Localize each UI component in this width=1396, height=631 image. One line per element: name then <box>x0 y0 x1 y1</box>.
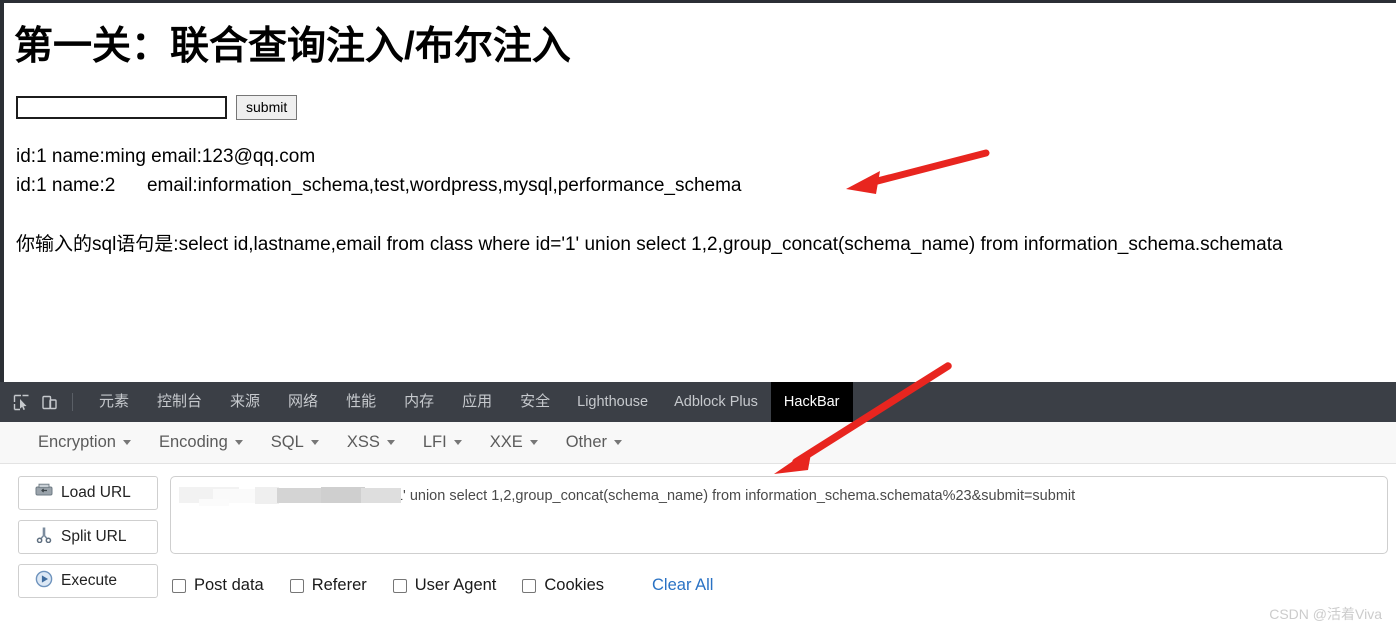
result-row-1: id:1 name:ming email:123@qq.com <box>16 146 316 167</box>
sql-injection-form: submit <box>16 95 1396 120</box>
hackbar-menu-lfi[interactable]: LFI <box>409 433 476 452</box>
checkbox-box-icon <box>289 578 304 593</box>
load-url-button[interactable]: Load URL <box>18 476 158 510</box>
csdn-watermark: CSDN @活着Viva <box>1269 606 1382 622</box>
devtools-tab-sources[interactable]: 来源 <box>216 382 274 422</box>
submit-button[interactable]: submit <box>236 95 298 120</box>
hackbar-menu-other-label: Other <box>565 433 607 451</box>
hackbar-menu-lfi-label: LFI <box>422 433 447 451</box>
checkbox-box-icon <box>172 578 186 593</box>
inspect-element-icon[interactable] <box>8 389 34 415</box>
hackbar-menu-sql-label: SQL <box>270 433 304 451</box>
hackbar-menu-xxe-label: XXE <box>489 433 523 451</box>
hackbar-action-buttons: Load URL Split URL Execute <box>18 476 158 598</box>
checkbox-post-data-label: Post data <box>194 576 264 594</box>
chevron-down-icon <box>529 440 538 445</box>
split-url-button-label: Split URL <box>61 528 127 545</box>
chevron-down-icon <box>234 440 243 445</box>
devtools-tab-adblock-plus[interactable]: Adblock Plus <box>661 382 771 422</box>
clear-all-link[interactable]: Clear All <box>652 576 713 595</box>
hackbar-menu-bar: Encryption Encoding SQL XSS LFI XXE Othe… <box>0 422 1396 464</box>
hackbar-menu-encoding-label: Encoding <box>158 433 228 451</box>
devtools-tab-security[interactable]: 安全 <box>506 382 564 422</box>
sql-echo-text: 你输入的sql语句是:select id,lastname,email from… <box>16 234 1283 255</box>
split-url-scissors-icon <box>35 526 53 548</box>
hackbar-menu-encryption[interactable]: Encryption <box>24 433 145 452</box>
devtools-tab-console[interactable]: 控制台 <box>143 382 216 422</box>
toolbar-divider <box>72 393 73 411</box>
checkbox-box-icon <box>522 578 537 593</box>
devtools-tab-performance[interactable]: 性能 <box>332 382 390 422</box>
devtools-tab-bar: 元素 控制台 来源 网络 性能 内存 应用 安全 Lighthouse Adbl… <box>0 382 1396 422</box>
chevron-down-icon <box>122 440 131 445</box>
devtools-tab-application[interactable]: 应用 <box>448 382 506 422</box>
chevron-down-icon <box>386 440 395 445</box>
checkbox-user-agent-label: User Agent <box>414 576 497 594</box>
chevron-down-icon <box>614 440 622 445</box>
devtools-tab-lighthouse[interactable]: Lighthouse <box>564 382 661 422</box>
hackbar-menu-encryption-label: Encryption <box>38 433 116 451</box>
page-title: 第一关：联合查询注入/布尔注入 <box>14 25 571 68</box>
query-result-block: id:1 name:ming email:123@qq.com id:1 nam… <box>12 142 1396 200</box>
devtools-tab-elements[interactable]: 元素 <box>85 382 143 422</box>
hackbar-body: Load URL Split URL Execute /test/sql/fir… <box>0 464 1396 598</box>
checkbox-box-icon <box>392 578 407 593</box>
hackbar-right-column: Post data Referer User Agent Cookies C <box>158 476 1396 598</box>
execute-button[interactable]: Execute <box>18 564 158 598</box>
hackbar-panel: Encryption Encoding SQL XSS LFI XXE Othe… <box>0 422 1396 598</box>
checkbox-cookies-label: Cookies <box>544 576 605 594</box>
execute-button-label: Execute <box>61 572 118 589</box>
hackbar-menu-other[interactable]: Other <box>552 433 636 452</box>
checkbox-post-data[interactable]: Post data <box>172 576 264 595</box>
hackbar-options-row: Post data Referer User Agent Cookies Cle… <box>170 576 1388 595</box>
checkbox-referer[interactable]: Referer <box>289 576 367 595</box>
load-url-button-label: Load URL <box>61 484 131 501</box>
split-url-button[interactable]: Split URL <box>18 520 158 554</box>
chevron-down-icon <box>310 440 319 445</box>
id-input[interactable] <box>16 96 227 119</box>
hackbar-menu-xss-label: XSS <box>346 433 380 451</box>
checkbox-referer-label: Referer <box>311 576 367 594</box>
checkbox-user-agent[interactable]: User Agent <box>392 576 497 595</box>
hackbar-url-field[interactable] <box>170 476 1388 554</box>
browser-viewport: 第一关：联合查询注入/布尔注入 submit id:1 name:ming em… <box>0 0 1396 382</box>
load-url-icon <box>35 483 53 503</box>
devtools-panel: 元素 控制台 来源 网络 性能 内存 应用 安全 Lighthouse Adbl… <box>0 382 1396 631</box>
result-row-2: id:1 name:2 email:information_schema,tes… <box>16 175 742 196</box>
hackbar-menu-xxe[interactable]: XXE <box>476 433 552 452</box>
devtools-tab-network[interactable]: 网络 <box>274 382 332 422</box>
device-toolbar-icon[interactable] <box>36 389 62 415</box>
hackbar-menu-sql[interactable]: SQL <box>257 433 333 452</box>
chevron-down-icon <box>453 440 462 445</box>
execute-play-icon <box>35 570 53 593</box>
checkbox-cookies[interactable]: Cookies <box>522 576 604 595</box>
devtools-tab-memory[interactable]: 内存 <box>390 382 448 422</box>
hackbar-menu-xss[interactable]: XSS <box>333 433 409 452</box>
devtools-tab-hackbar[interactable]: HackBar <box>770 382 853 422</box>
hackbar-menu-encoding[interactable]: Encoding <box>145 433 257 452</box>
